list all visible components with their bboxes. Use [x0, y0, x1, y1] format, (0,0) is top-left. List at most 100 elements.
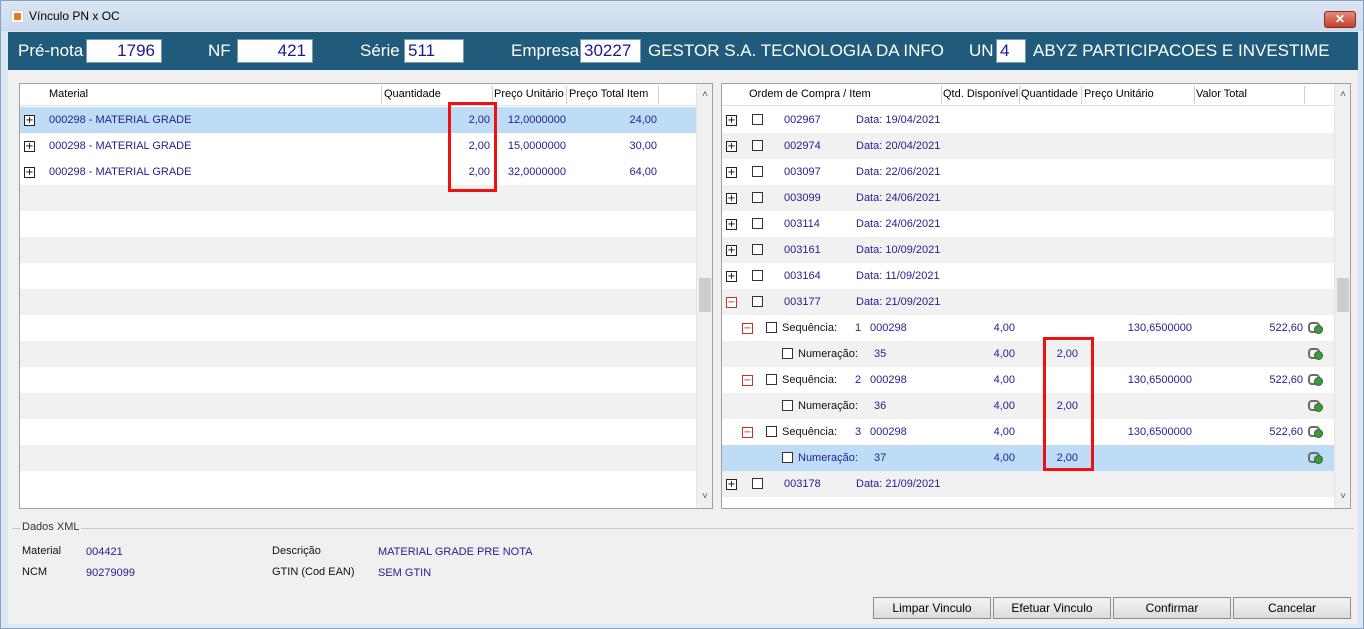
- cancelar-button[interactable]: Cancelar: [1233, 597, 1351, 619]
- xml-material-label: Material: [22, 545, 62, 557]
- order-row[interactable]: + 003099 Data: 24/06/2021: [722, 185, 1334, 211]
- plus-icon[interactable]: +: [726, 479, 737, 490]
- sequence-row[interactable]: − Sequência: 1 000298 4,00 130,6500000 5…: [722, 315, 1334, 341]
- col-qtd-disponivel[interactable]: Qtd. Disponível: [943, 88, 1018, 100]
- confirmar-button[interactable]: Confirmar: [1113, 597, 1231, 619]
- plus-icon[interactable]: +: [726, 141, 737, 152]
- limpar-vinculo-button[interactable]: Limpar Vinculo: [873, 597, 991, 619]
- order-checkbox[interactable]: [752, 270, 763, 281]
- sequence-number: 3: [855, 426, 862, 438]
- plus-icon[interactable]: +: [24, 141, 35, 152]
- order-row[interactable]: − 003177 Data: 21/09/2021: [722, 289, 1334, 315]
- left-scrollbar[interactable]: ˄ ˅: [696, 84, 712, 508]
- scroll-thumb[interactable]: [1337, 278, 1349, 312]
- numbering-number: 35: [874, 348, 887, 360]
- empty-row: [20, 445, 696, 471]
- quantidade-cell[interactable]: 2,00: [440, 114, 490, 126]
- link-icon[interactable]: [1308, 399, 1323, 412]
- plus-icon[interactable]: +: [726, 271, 737, 282]
- prenota-field[interactable]: 1796: [86, 39, 162, 63]
- quantidade-cell[interactable]: 2,00: [440, 166, 490, 178]
- numbering-label: Numeração:: [798, 348, 858, 360]
- order-checkbox[interactable]: [752, 140, 763, 151]
- scroll-thumb[interactable]: [699, 278, 711, 312]
- col-quantidade[interactable]: Quantidade: [1021, 88, 1078, 100]
- order-checkbox[interactable]: [752, 296, 763, 307]
- numbering-row[interactable]: Numeração: 37 4,00 2,00: [722, 445, 1334, 471]
- serie-field[interactable]: 511: [404, 39, 464, 63]
- order-row[interactable]: + 003161 Data: 10/09/2021: [722, 237, 1334, 263]
- sequence-row[interactable]: − Sequência: 2 000298 4,00 130,6500000 5…: [722, 367, 1334, 393]
- minus-icon[interactable]: −: [726, 297, 737, 308]
- numbering-checkbox[interactable]: [782, 348, 793, 359]
- plus-icon[interactable]: +: [726, 115, 737, 126]
- scroll-up-icon[interactable]: ˄: [700, 90, 710, 100]
- sequence-checkbox[interactable]: [766, 374, 777, 385]
- plus-icon[interactable]: +: [726, 245, 737, 256]
- col-material[interactable]: Material: [49, 88, 88, 100]
- link-icon[interactable]: [1308, 347, 1323, 360]
- efetuar-vinculo-button[interactable]: Efetuar Vinculo: [993, 597, 1111, 619]
- order-checkbox[interactable]: [752, 218, 763, 229]
- link-icon[interactable]: [1308, 425, 1323, 438]
- order-checkbox[interactable]: [752, 166, 763, 177]
- table-row[interactable]: + 000298 - MATERIAL GRADE 2,00 12,000000…: [20, 107, 696, 133]
- close-button[interactable]: ✕: [1324, 11, 1356, 28]
- order-date: Data: 10/09/2021: [856, 244, 941, 256]
- link-icon[interactable]: [1308, 321, 1323, 334]
- plus-icon[interactable]: +: [726, 219, 737, 230]
- order-row[interactable]: + 003114 Data: 24/06/2021: [722, 211, 1334, 237]
- numbering-row[interactable]: Numeração: 35 4,00 2,00: [722, 341, 1334, 367]
- empty-row: [20, 185, 696, 211]
- numbering-row[interactable]: Numeração: 36 4,00 2,00: [722, 393, 1334, 419]
- col-preco-unitario[interactable]: Preço Unitário: [494, 88, 564, 100]
- col-ordem-compra[interactable]: Ordem de Compra / Item: [749, 88, 871, 100]
- sequence-checkbox[interactable]: [766, 322, 777, 333]
- col-preco-total[interactable]: Preço Total Item: [569, 88, 648, 100]
- numbering-checkbox[interactable]: [782, 452, 793, 463]
- plus-icon[interactable]: +: [726, 167, 737, 178]
- table-row[interactable]: + 000298 - MATERIAL GRADE 2,00 15,000000…: [20, 133, 696, 159]
- col-quantidade[interactable]: Quantidade: [384, 88, 441, 100]
- right-scrollbar[interactable]: ˄ ˅: [1334, 84, 1350, 508]
- order-checkbox[interactable]: [752, 478, 763, 489]
- empty-row: [20, 237, 696, 263]
- un-field[interactable]: 4: [996, 39, 1026, 63]
- empresa-field[interactable]: 30227: [580, 39, 641, 63]
- minus-icon[interactable]: −: [742, 375, 753, 386]
- link-icon[interactable]: [1308, 373, 1323, 386]
- order-checkbox[interactable]: [752, 244, 763, 255]
- quantidade-cell[interactable]: 2,00: [1022, 348, 1078, 360]
- minus-icon[interactable]: −: [742, 427, 753, 438]
- window: Vínculo PN x OC ✕ Pré-nota 1796 NF 421 S…: [0, 0, 1364, 629]
- sequence-row[interactable]: − Sequência: 3 000298 4,00 130,6500000 5…: [722, 419, 1334, 445]
- order-row[interactable]: + 002974 Data: 20/04/2021: [722, 133, 1334, 159]
- col-preco-unitario[interactable]: Preço Unitário: [1084, 88, 1154, 100]
- qtd-disponivel-cell: 4,00: [993, 400, 1015, 412]
- order-row[interactable]: + 003097 Data: 22/06/2021: [722, 159, 1334, 185]
- sequence-number: 2: [855, 374, 862, 386]
- minus-icon[interactable]: −: [742, 323, 753, 334]
- quantidade-cell[interactable]: 2,00: [440, 140, 490, 152]
- order-row[interactable]: + 002967 Data: 19/04/2021: [722, 107, 1334, 133]
- plus-icon[interactable]: +: [24, 167, 35, 178]
- quantidade-cell[interactable]: 2,00: [1022, 400, 1078, 412]
- plus-icon[interactable]: +: [24, 115, 35, 126]
- order-checkbox[interactable]: [752, 114, 763, 125]
- order-checkbox[interactable]: [752, 192, 763, 203]
- nf-field[interactable]: 421: [237, 39, 313, 63]
- plus-icon[interactable]: +: [726, 193, 737, 204]
- empty-row: [20, 419, 696, 445]
- scroll-down-icon[interactable]: ˅: [700, 492, 710, 502]
- table-row[interactable]: + 000298 - MATERIAL GRADE 2,00 32,000000…: [20, 159, 696, 185]
- numbering-checkbox[interactable]: [782, 400, 793, 411]
- scroll-up-icon[interactable]: ˄: [1338, 90, 1348, 100]
- quantidade-cell[interactable]: 2,00: [1022, 452, 1078, 464]
- sequence-checkbox[interactable]: [766, 426, 777, 437]
- scroll-down-icon[interactable]: ˅: [1338, 492, 1348, 502]
- order-row[interactable]: + 003164 Data: 11/09/2021: [722, 263, 1334, 289]
- link-icon[interactable]: [1308, 451, 1323, 464]
- qtd-disponivel-cell: 4,00: [993, 322, 1015, 334]
- order-row[interactable]: + 003178 Data: 21/09/2021: [722, 471, 1334, 497]
- col-valor-total[interactable]: Valor Total: [1196, 88, 1247, 100]
